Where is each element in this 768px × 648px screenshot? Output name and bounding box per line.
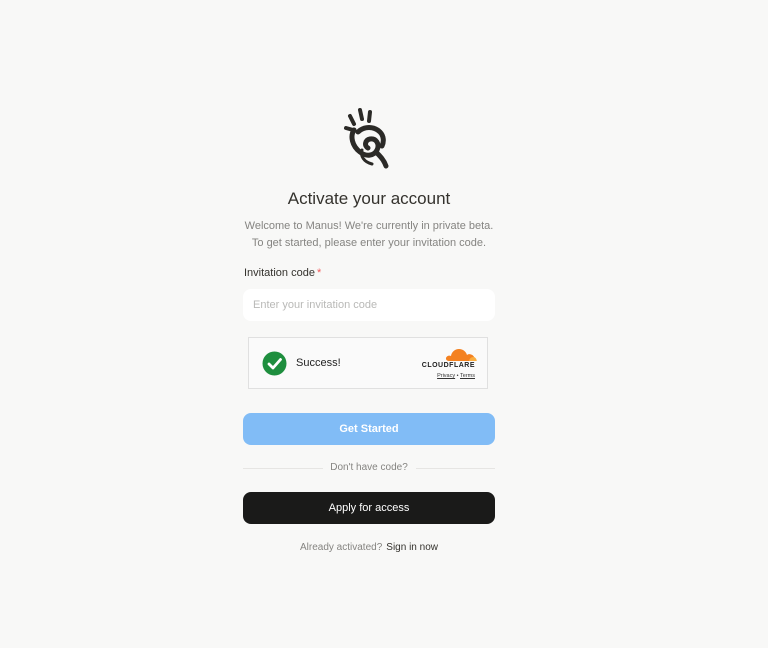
divider-line-right bbox=[416, 468, 495, 469]
invitation-code-label-text: Invitation code bbox=[244, 267, 315, 279]
cloudflare-cloud-icon bbox=[445, 349, 477, 361]
subtitle-line-1: Welcome to Manus! We're currently in pri… bbox=[244, 220, 494, 232]
captcha-privacy-link[interactable]: Privacy bbox=[437, 373, 455, 379]
manus-hand-logo-icon bbox=[344, 108, 389, 169]
subtitle-line-2: To get started, please enter your invita… bbox=[251, 237, 487, 249]
captcha-links: Privacy • Terms bbox=[437, 373, 475, 379]
invitation-code-input[interactable] bbox=[243, 289, 495, 321]
no-code-divider-text: Don't have code? bbox=[330, 462, 408, 473]
get-started-button[interactable]: Get Started bbox=[243, 413, 495, 445]
captcha-links-separator: • bbox=[456, 373, 459, 379]
sign-in-link[interactable]: Sign in now bbox=[386, 542, 438, 553]
page-subtitle: Welcome to Manus! We're currently in pri… bbox=[0, 218, 738, 252]
apply-for-access-button[interactable]: Apply for access bbox=[243, 492, 495, 524]
page-title: Activate your account bbox=[287, 189, 451, 208]
signin-prompt: Already activated? bbox=[300, 542, 383, 553]
cloudflare-captcha-widget[interactable]: Success! CLOUDFLARE Privacy • Terms bbox=[248, 337, 488, 389]
captcha-status-text: Success! bbox=[296, 357, 341, 369]
required-asterisk: * bbox=[316, 267, 322, 279]
cloudflare-brand-text: CLOUDFLARE bbox=[421, 362, 475, 369]
signin-row: Already activated? Sign in now bbox=[0, 542, 738, 553]
invitation-code-label: Invitation code * bbox=[244, 267, 321, 279]
captcha-terms-link[interactable]: Terms bbox=[460, 373, 475, 379]
check-circle-icon bbox=[262, 351, 287, 376]
activation-page: Activate your account Welcome to Manus! … bbox=[0, 0, 768, 648]
